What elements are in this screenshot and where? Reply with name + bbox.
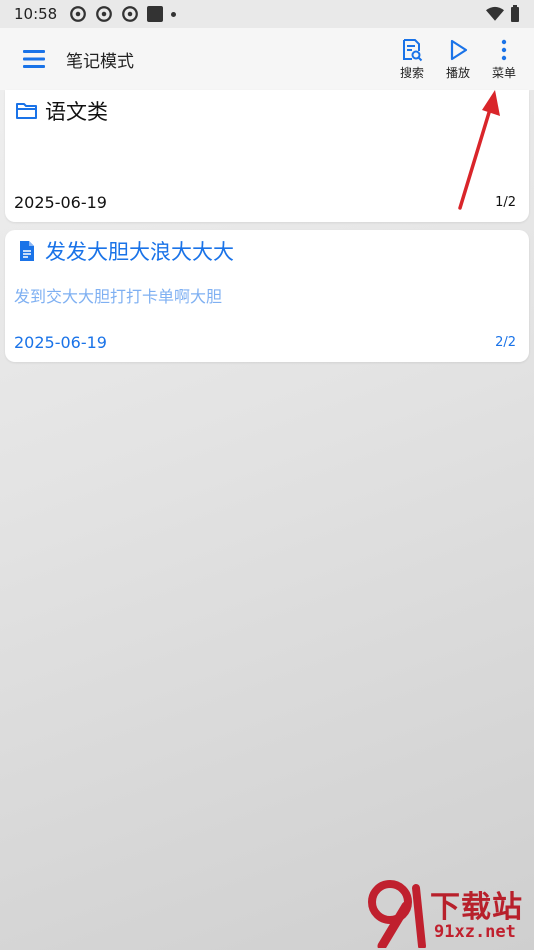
play-icon (450, 39, 468, 60)
status-time: 10:58 (14, 5, 58, 23)
card-date: 2025-06-19 (14, 333, 107, 352)
card-title: 语文类 (45, 100, 108, 124)
watermark-url: 91xz.net (434, 922, 516, 942)
note-card-folder[interactable]: 语文类 2025-06-19 1/2 (5, 90, 529, 222)
status-bar: 10:58 (0, 0, 534, 28)
play-label: 播放 (445, 65, 470, 80)
page-title: 笔记模式 (66, 51, 134, 72)
card-title: 发发大胆大浪大大大 (45, 240, 234, 264)
wifi-icon (486, 6, 504, 21)
card-title-row: 语文类 (15, 96, 108, 126)
note-card-document[interactable]: 发发大胆大浪大大大 发到交大大胆打打卡单啊大胆 2025-06-19 2/2 (5, 230, 529, 362)
card-title-row: 发发大胆大浪大大大 (15, 236, 234, 266)
search-button[interactable]: 搜索 (392, 38, 432, 81)
menu-label: 菜单 (491, 65, 516, 80)
dot-icon (171, 11, 177, 17)
watermark-logo-icon (368, 880, 426, 948)
app-bar: 笔记模式 搜索 播放 菜单 (0, 28, 534, 90)
play-button[interactable]: 播放 (438, 38, 478, 81)
more-vert-icon (501, 39, 507, 60)
sync-icon (96, 6, 113, 22)
battery-icon (511, 5, 519, 22)
card-preview: 发到交大大胆打打卡单啊大胆 (14, 287, 223, 306)
card-index: 2/2 (495, 335, 516, 350)
watermark: 下载站 91xz.net (362, 878, 530, 948)
more-menu-button[interactable]: 菜单 (484, 38, 524, 81)
card-date: 2025-06-19 (14, 193, 107, 212)
card-index: 1/2 (495, 195, 516, 210)
watermark-text: 下载站 (430, 890, 523, 925)
sync-icon (122, 6, 139, 22)
hamburger-menu-button[interactable] (14, 39, 54, 79)
search-label: 搜索 (399, 65, 424, 80)
square-icon (147, 6, 164, 22)
folder-icon (16, 103, 37, 119)
hamburger-icon (23, 50, 45, 68)
document-icon (20, 241, 34, 261)
sync-icon (70, 6, 87, 22)
search-doc-icon (403, 38, 423, 61)
